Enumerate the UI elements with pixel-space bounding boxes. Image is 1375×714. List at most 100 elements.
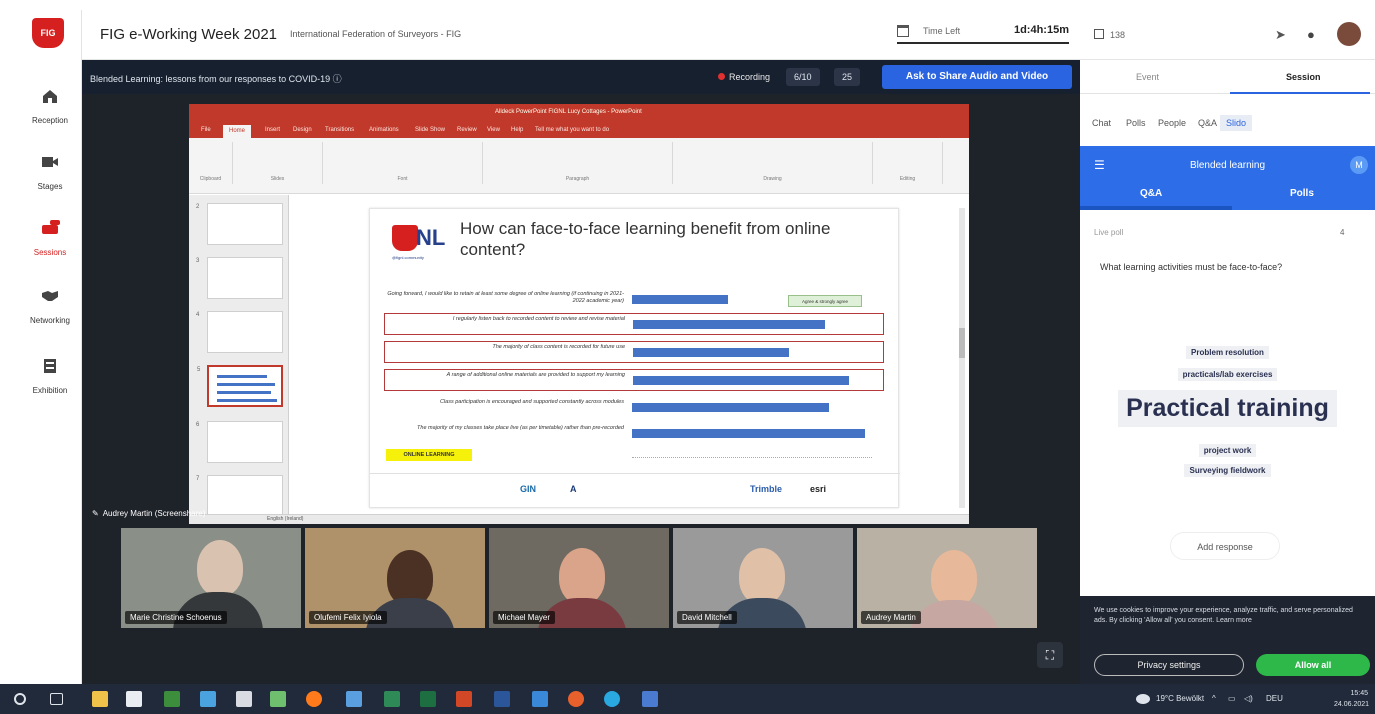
- tray-chevron-icon[interactable]: ^: [1212, 694, 1216, 703]
- event-title: FIG e-Working Week 2021: [100, 26, 278, 43]
- word-icon[interactable]: [494, 691, 510, 707]
- ppt-tab[interactable]: Home: [223, 125, 252, 138]
- sponsor-logo: A: [570, 484, 577, 494]
- edge-icon[interactable]: [604, 691, 620, 707]
- slido-tab-polls[interactable]: Polls: [1290, 188, 1314, 199]
- recording-indicator: Recording: [718, 72, 770, 82]
- network-icon[interactable]: ▭: [1228, 694, 1236, 703]
- subtab-people[interactable]: People: [1158, 118, 1186, 128]
- ppt-tab[interactable]: Tell me what you want to do: [535, 127, 609, 133]
- app-icon[interactable]: [532, 691, 548, 707]
- ppt-window-title: Alldeck PowerPoint FIGNL Lucy Cottages -…: [495, 109, 642, 115]
- slide-thumbnail[interactable]: 4: [196, 311, 283, 353]
- weather-text[interactable]: 19°C Bewölkt: [1156, 694, 1204, 703]
- exit-icon[interactable]: [1094, 29, 1104, 39]
- ppt-tab[interactable]: Review: [457, 127, 477, 133]
- slido-tab-qa[interactable]: Q&A: [1140, 188, 1162, 199]
- ribbon-group: Drawing: [673, 142, 873, 184]
- subtab-polls[interactable]: Polls: [1126, 118, 1146, 128]
- excel-icon[interactable]: [420, 691, 436, 707]
- scrollbar-thumb[interactable]: [959, 328, 965, 358]
- participant-videos: Marie Christine Schoenus Olufemi Felix I…: [121, 528, 1041, 628]
- file-explorer-icon[interactable]: [92, 691, 108, 707]
- ppt-title-bar: Alldeck PowerPoint FIGNL Lucy Cottages -…: [189, 104, 969, 124]
- organizer-name: International Federation of Surveyors - …: [290, 29, 462, 39]
- slide-canvas: NL @fignl.community How can face-to-face…: [369, 208, 900, 508]
- slide-thumbnail[interactable]: 7: [196, 475, 283, 517]
- ppt-tab[interactable]: Help: [511, 127, 523, 133]
- firefox-icon[interactable]: [306, 691, 322, 707]
- slido-avatar[interactable]: M: [1350, 156, 1368, 174]
- nav-item-exhibition[interactable]: Exhibition: [18, 358, 82, 398]
- tab-session[interactable]: Session: [1286, 72, 1321, 82]
- word-cloud-item: Surveying fieldwork: [1080, 464, 1375, 477]
- top-header: FIG e-Working Week 2021 International Fe…: [82, 10, 1375, 60]
- nav-label: Networking: [29, 316, 70, 325]
- volume-icon[interactable]: ◁): [1244, 694, 1253, 703]
- speakers-chip[interactable]: 6/10: [786, 68, 820, 86]
- slide-thumbnail[interactable]: 2: [196, 203, 283, 245]
- app-icon[interactable]: [384, 691, 400, 707]
- ppt-tab[interactable]: Insert: [265, 127, 280, 133]
- participant-face: [739, 548, 785, 604]
- add-response-button[interactable]: Add response: [1170, 532, 1280, 560]
- privacy-settings-button[interactable]: Privacy settings: [1094, 654, 1244, 676]
- video-tile[interactable]: Olufemi Felix Iyiola: [305, 528, 485, 628]
- tab-event[interactable]: Event: [1136, 72, 1159, 82]
- subtab-qa[interactable]: Q&A: [1198, 118, 1217, 128]
- bar-category-label: Class participation is encouraged and su…: [439, 399, 624, 405]
- subtab-slido[interactable]: Slido: [1220, 115, 1253, 131]
- fullscreen-icon[interactable]: ⛶: [1037, 642, 1063, 668]
- ppt-tab[interactable]: File: [201, 127, 211, 133]
- left-navigation: FIG Reception Stages Sessions Networking…: [18, 10, 82, 684]
- slide-thumbnail[interactable]: 3: [196, 257, 283, 299]
- send-icon[interactable]: ➤: [1275, 27, 1289, 42]
- ppt-tab[interactable]: Transitions: [325, 127, 354, 133]
- subtab-chat[interactable]: Chat: [1092, 118, 1111, 128]
- ppt-tab[interactable]: Animations: [369, 127, 399, 133]
- video-tile[interactable]: Michael Mayer: [489, 528, 669, 628]
- ppt-tab[interactable]: Design: [293, 127, 312, 133]
- app-icon[interactable]: [200, 691, 216, 707]
- nav-item-networking[interactable]: Networking: [18, 288, 82, 328]
- video-tile[interactable]: Marie Christine Schoenus: [121, 528, 301, 628]
- app-icon[interactable]: [270, 691, 286, 707]
- allow-all-button[interactable]: Allow all: [1256, 654, 1370, 676]
- app-icon[interactable]: [346, 691, 362, 707]
- ppt-ribbon-tabs: File Home Insert Design Transitions Anim…: [189, 124, 969, 138]
- app-icon[interactable]: [568, 691, 584, 707]
- windows-taskbar: 19°C Bewölkt ^ ▭ ◁) DEU 15:45 24.06.2021: [0, 684, 1375, 714]
- ppt-tab[interactable]: View: [487, 127, 500, 133]
- task-view-icon[interactable]: [50, 693, 63, 705]
- slide-thumbnail-selected[interactable]: 5: [197, 365, 283, 407]
- nav-item-reception[interactable]: Reception: [18, 88, 82, 128]
- chart-x-axis: [632, 457, 872, 458]
- ppt-status-bar: English (Ireland): [189, 514, 969, 524]
- app-icon[interactable]: [642, 691, 658, 707]
- bell-icon[interactable]: ●: [1307, 27, 1319, 42]
- participant-face: [197, 540, 243, 596]
- logo-text: NL: [416, 225, 446, 250]
- app-icon[interactable]: [164, 691, 180, 707]
- ppt-tab[interactable]: Slide Show: [415, 127, 445, 133]
- bar: [632, 295, 728, 304]
- language-indicator[interactable]: DEU: [1266, 694, 1283, 703]
- slide-thumbnail[interactable]: 6: [196, 421, 283, 463]
- video-tile[interactable]: Audrey Martin: [857, 528, 1037, 628]
- clock[interactable]: 15:45 24.06.2021: [1334, 688, 1369, 710]
- video-tile[interactable]: David Mitchell: [673, 528, 853, 628]
- ask-to-share-button[interactable]: Ask to Share Audio and Video: [882, 65, 1072, 89]
- slide-scrollbar[interactable]: [959, 208, 965, 508]
- attendees-chip[interactable]: 25: [834, 68, 861, 86]
- word-cloud-item: Problem resolution: [1080, 346, 1375, 359]
- search-icon[interactable]: [14, 693, 26, 705]
- powerpoint-icon[interactable]: [456, 691, 472, 707]
- participant-face: [559, 548, 605, 604]
- fig-logo-mark: [392, 225, 418, 251]
- nav-item-sessions[interactable]: Sessions: [18, 220, 82, 260]
- store-icon[interactable]: [126, 691, 142, 707]
- nav-item-stages[interactable]: Stages: [18, 154, 82, 194]
- app-icon[interactable]: [236, 691, 252, 707]
- nav-label: Stages: [37, 182, 63, 191]
- user-avatar[interactable]: [1337, 22, 1361, 46]
